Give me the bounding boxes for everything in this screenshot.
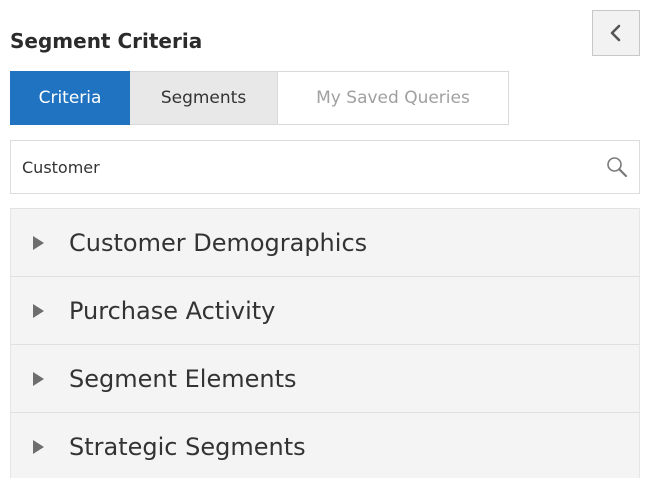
tab-criteria[interactable]: Criteria — [10, 71, 130, 125]
triangle-right-icon — [33, 371, 44, 386]
triangle-right-icon — [33, 235, 44, 250]
tab-segments[interactable]: Segments — [130, 71, 278, 125]
accordion-item-segment-elements[interactable]: Segment Elements — [11, 345, 639, 413]
accordion-item-label: Purchase Activity — [69, 296, 276, 325]
accordion-item-customer-demographics[interactable]: Customer Demographics — [11, 209, 639, 277]
chevron-left-icon — [610, 24, 621, 42]
search-box — [10, 140, 640, 194]
search-icon[interactable] — [605, 155, 629, 179]
collapse-panel-button[interactable] — [592, 10, 640, 56]
panel-title: Segment Criteria — [10, 29, 203, 53]
accordion-item-label: Customer Demographics — [69, 228, 368, 257]
triangle-right-icon — [33, 439, 44, 454]
accordion-item-label: Strategic Segments — [69, 432, 306, 461]
triangle-right-icon — [33, 303, 44, 318]
tab-my-saved-queries[interactable]: My Saved Queries — [278, 71, 509, 125]
segment-criteria-panel: Segment Criteria Criteria Segments My Sa… — [0, 0, 650, 478]
criteria-accordion: Customer Demographics Purchase Activity … — [10, 208, 640, 478]
search-input[interactable] — [11, 141, 591, 193]
accordion-item-strategic-segments[interactable]: Strategic Segments — [11, 413, 639, 478]
accordion-item-label: Segment Elements — [69, 364, 297, 393]
criteria-tabs: Criteria Segments My Saved Queries — [10, 71, 509, 125]
accordion-item-purchase-activity[interactable]: Purchase Activity — [11, 277, 639, 345]
